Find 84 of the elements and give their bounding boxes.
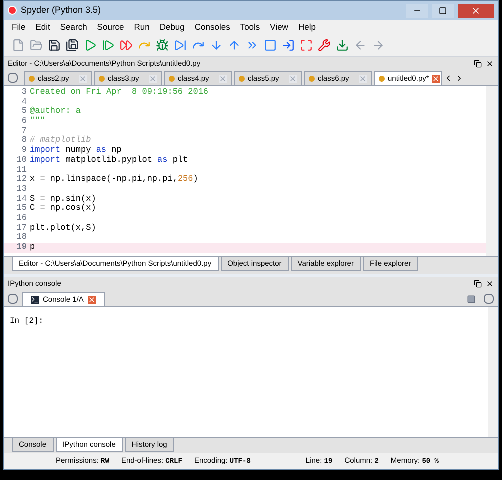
maximize-pane-icon[interactable]: [282, 39, 295, 52]
menu-item[interactable]: Run: [134, 21, 150, 34]
code-line: x = np.linspace(-np.pi,np.pi,256): [30, 175, 198, 185]
line-number: 19: [16, 243, 28, 253]
code-line: S = np.sin(x): [30, 194, 96, 204]
python-file-icon: [169, 76, 175, 82]
menu-item[interactable]: Consoles: [194, 21, 230, 34]
line-number: 13: [16, 184, 28, 195]
menu-item[interactable]: File: [12, 21, 26, 34]
python-file-icon: [239, 76, 245, 82]
line-number: 7: [20, 126, 28, 136]
code-line: @author: a: [30, 107, 82, 116]
stop-icon[interactable]: [264, 39, 277, 52]
python-path-icon[interactable]: [336, 39, 349, 52]
run-icon[interactable]: [84, 39, 97, 52]
python-file-icon: [99, 76, 105, 82]
run-cell-icon[interactable]: [102, 39, 115, 52]
console-prompt: In [2]:: [10, 317, 44, 326]
close-icon[interactable]: [486, 280, 494, 288]
window-title: Spyder (Python 3.5): [21, 4, 102, 17]
open-folder-icon[interactable]: [30, 39, 43, 52]
continue-icon[interactable]: [174, 39, 187, 52]
maximize-icon: [439, 6, 447, 14]
line-number: 17: [16, 224, 28, 233]
menu-item[interactable]: Help: [298, 21, 316, 34]
close-tab-icon[interactable]: [219, 74, 227, 82]
menu-item[interactable]: Debug: [160, 21, 185, 34]
scroll-left-icon[interactable]: [444, 74, 453, 83]
close-tab-icon[interactable]: [149, 74, 157, 82]
app-icon: [8, 6, 17, 15]
save-all-icon[interactable]: [66, 39, 79, 52]
close-tab-icon[interactable]: [79, 74, 87, 82]
python-file-icon: [379, 76, 385, 82]
console-output[interactable]: In [2]:: [4, 307, 498, 437]
menu-item[interactable]: Search: [60, 21, 88, 34]
close-tab-icon[interactable]: [88, 296, 96, 304]
line-number: 10: [16, 156, 28, 166]
code-line: # matplotlib: [30, 136, 92, 146]
undock-icon[interactable]: [474, 60, 482, 68]
stop-icon[interactable]: [467, 295, 476, 304]
python-file-icon: [29, 76, 35, 82]
line-number: 5: [20, 107, 28, 117]
line-number: 8: [20, 136, 28, 146]
line-number: 14: [16, 194, 28, 204]
menu-item[interactable]: Source: [97, 21, 124, 34]
fullscreen-icon[interactable]: [300, 39, 313, 52]
line-number: 11: [16, 166, 28, 175]
close-tab-icon[interactable]: [289, 74, 297, 82]
menu-item[interactable]: View: [270, 21, 288, 34]
save-icon[interactable]: [48, 39, 61, 52]
new-file-icon[interactable]: [12, 39, 25, 52]
step-return-icon[interactable]: [228, 39, 241, 52]
maximize-button[interactable]: [432, 4, 454, 18]
code-line: Created on Fri Apr 8 09:19:56 2016: [30, 88, 209, 98]
code-line: import matplotlib.pyplot as plt: [30, 156, 188, 166]
terminal-icon: [31, 296, 39, 304]
back-icon[interactable]: [354, 39, 367, 52]
scroll-right-icon[interactable]: [455, 74, 464, 83]
code-line: """: [30, 117, 46, 127]
line-number: 18: [16, 233, 28, 243]
python-file-icon: [309, 76, 315, 82]
undock-icon[interactable]: [474, 280, 482, 288]
code-line: p: [30, 243, 36, 253]
continue-icon[interactable]: [246, 39, 259, 52]
line-number: 9: [20, 146, 28, 156]
step-into-icon[interactable]: [210, 39, 223, 52]
line-number: 12: [16, 175, 28, 185]
menu-item[interactable]: Tools: [240, 21, 260, 34]
close-tab-icon[interactable]: [359, 74, 367, 82]
close-icon: [471, 6, 481, 16]
line-number: 4: [20, 98, 28, 107]
preferences-icon[interactable]: [318, 39, 331, 52]
line-number: 6: [20, 117, 28, 127]
run-cell-advance-icon[interactable]: [120, 39, 133, 52]
code-line: plt.plot(x,S): [30, 224, 96, 234]
close-icon[interactable]: [486, 60, 494, 68]
forward-icon[interactable]: [372, 39, 385, 52]
line-number: 16: [16, 214, 28, 224]
code-line: C = np.cos(x): [30, 204, 96, 214]
debug-icon[interactable]: [156, 39, 169, 52]
menu-item[interactable]: Edit: [36, 21, 50, 34]
line-number: 3: [20, 88, 28, 98]
line-number: 15: [16, 204, 28, 214]
code-line: import numpy as np: [30, 146, 122, 156]
